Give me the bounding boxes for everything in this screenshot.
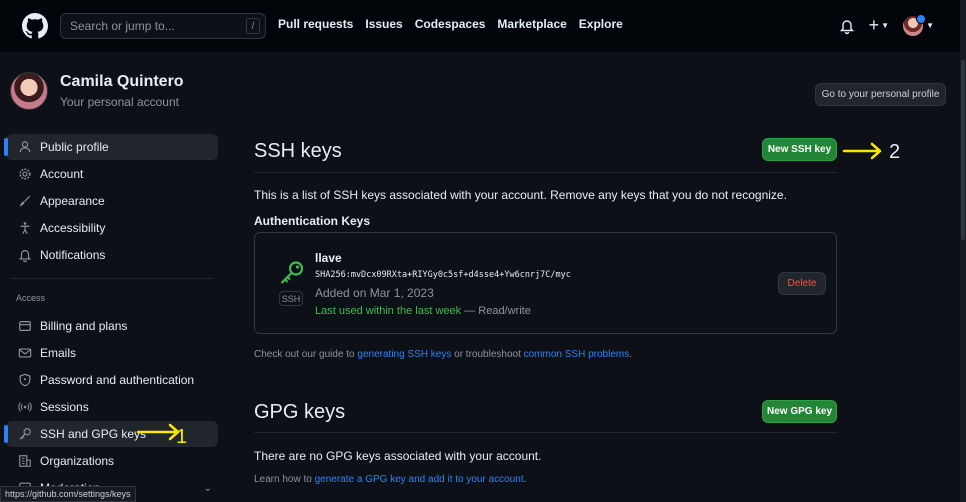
topbar-actions: + ▼ ▼ (839, 13, 934, 36)
sidebar-item-label: Account (40, 167, 84, 181)
scrollbar-thumb[interactable] (961, 60, 965, 240)
sidebar-item-label: Password and authentication (40, 373, 195, 387)
chevron-down-icon: ▼ (881, 21, 890, 30)
sidebar-item-label: Billing and plans (40, 319, 128, 333)
status-bar-url: https://github.com/settings/keys (0, 486, 136, 502)
global-nav: Pull requests Issues Codespaces Marketpl… (278, 17, 623, 31)
ssh-key-name: llave (315, 251, 342, 265)
ssh-guide-prefix: Check out our guide to (254, 349, 358, 360)
ssh-key-last-used: Last used within the last week (315, 305, 462, 317)
create-new-dropdown[interactable]: + ▼ (869, 15, 889, 36)
ssh-key-fingerprint: SHA256:mvDcx09RXta+RIYGy0c5sf+d4sse4+Yw6… (315, 270, 571, 280)
new-gpg-key-button[interactable]: New GPG key (762, 400, 837, 423)
search-input[interactable]: Search or jump to... / (60, 13, 266, 39)
gpg-learn-suffix: . (523, 474, 527, 485)
key-icon (280, 261, 304, 284)
generating-ssh-keys-link[interactable]: generating SSH keys (357, 349, 451, 360)
avatar (903, 13, 927, 36)
plus-icon: + (868, 15, 880, 35)
account-subtitle: Your personal account (60, 95, 179, 109)
bell-icon (18, 248, 32, 262)
mail-icon (18, 346, 32, 360)
sidebar-item-accessibility[interactable]: Accessibility (6, 215, 218, 241)
sidebar-item-account[interactable]: Account (6, 161, 218, 187)
ssh-key-type-badge: SSH (279, 291, 303, 306)
ssh-guide-note: Check out our guide to generating SSH ke… (254, 349, 632, 360)
paintbrush-icon (18, 194, 32, 208)
ssh-guide-mid: or troubleshoot (451, 349, 524, 360)
organization-icon (18, 454, 32, 468)
gpg-learn-prefix: Learn how to (254, 474, 315, 485)
sidebar-item-label: Notifications (40, 248, 106, 262)
nav-codespaces[interactable]: Codespaces (415, 17, 486, 31)
section-divider (254, 172, 837, 173)
ssh-key-added-date: Added on Mar 1, 2023 (315, 286, 434, 300)
sidebar-item-label: Sessions (40, 400, 89, 414)
page-scrollbar[interactable] (960, 0, 966, 502)
delete-ssh-key-button[interactable]: Delete (778, 272, 826, 295)
account-name: Camila Quintero (60, 73, 184, 90)
sidebar-item-label: Emails (40, 346, 77, 360)
sidebar-item-appearance[interactable]: Appearance (6, 188, 218, 214)
broadcast-icon (18, 400, 32, 414)
nav-marketplace[interactable]: Marketplace (497, 17, 566, 31)
accessibility-icon (18, 221, 32, 235)
chevron-down-icon[interactable]: ⌄ (204, 483, 212, 494)
sidebar-item-public-profile[interactable]: Public profile (4, 134, 218, 160)
ssh-key-usage: Last used within the last week — Read/wr… (315, 305, 531, 317)
sidebar-item-organizations[interactable]: Organizations (6, 448, 218, 474)
gpg-learn-note: Learn how to generate a GPG key and add … (254, 474, 526, 485)
gpg-none-text: There are no GPG keys associated with yo… (254, 449, 542, 463)
common-ssh-problems-link[interactable]: common SSH problems (524, 349, 630, 360)
arrow-annotation-icon (842, 142, 882, 160)
sidebar-section-access: Access (16, 293, 46, 303)
ssh-key-item: SSH llave SHA256:mvDcx09RXta+RIYGy0c5sf+… (254, 232, 837, 334)
search-placeholder: Search or jump to... (70, 19, 175, 33)
chevron-down-icon: ▼ (926, 21, 934, 30)
sidebar-item-notifications[interactable]: Notifications (6, 242, 218, 268)
github-logo-icon[interactable] (22, 13, 48, 39)
annotation-number-1: 1 (176, 426, 188, 448)
authentication-keys-heading: Authentication Keys (254, 214, 371, 228)
sidebar-item-label: SSH and GPG keys (40, 427, 147, 441)
sidebar-item-label: Accessibility (40, 221, 106, 235)
section-divider (254, 432, 837, 433)
go-to-profile-button[interactable]: Go to your personal profile (815, 83, 946, 106)
sidebar-divider (10, 278, 214, 279)
sidebar-item-label: Public profile (40, 140, 109, 154)
sidebar-item-billing[interactable]: Billing and plans (6, 313, 218, 339)
nav-issues[interactable]: Issues (365, 17, 402, 31)
ssh-description: This is a list of SSH keys associated wi… (254, 188, 787, 202)
shield-icon (18, 373, 32, 387)
gpg-keys-title: GPG keys (254, 401, 346, 423)
ssh-key-access: — Read/write (464, 305, 531, 317)
sidebar-item-sessions[interactable]: Sessions (6, 394, 218, 420)
key-icon (18, 427, 32, 441)
top-navigation-bar: Search or jump to... / Pull requests Iss… (0, 0, 966, 52)
sidebar-item-emails[interactable]: Emails (6, 340, 218, 366)
generate-gpg-key-link[interactable]: generate a GPG key and add it to your ac… (315, 474, 524, 485)
nav-explore[interactable]: Explore (579, 17, 623, 31)
user-menu[interactable]: ▼ (903, 13, 934, 36)
ssh-keys-title: SSH keys (254, 140, 342, 162)
annotation-number-2: 2 (889, 141, 901, 163)
account-header: Camila Quintero Your personal account (10, 72, 184, 110)
nav-pull-requests[interactable]: Pull requests (278, 17, 353, 31)
ssh-guide-suffix: . (629, 349, 632, 360)
search-shortcut-key: / (246, 18, 260, 34)
gear-icon (18, 167, 32, 181)
sidebar-item-label: Appearance (40, 194, 105, 208)
sidebar-item-password-auth[interactable]: Password and authentication (6, 367, 218, 393)
new-ssh-key-button[interactable]: New SSH key (762, 138, 837, 161)
person-icon (18, 140, 32, 154)
sidebar-item-label: Organizations (40, 454, 115, 468)
avatar (10, 72, 48, 110)
billing-icon (18, 319, 32, 333)
notifications-bell-icon[interactable] (839, 17, 855, 35)
